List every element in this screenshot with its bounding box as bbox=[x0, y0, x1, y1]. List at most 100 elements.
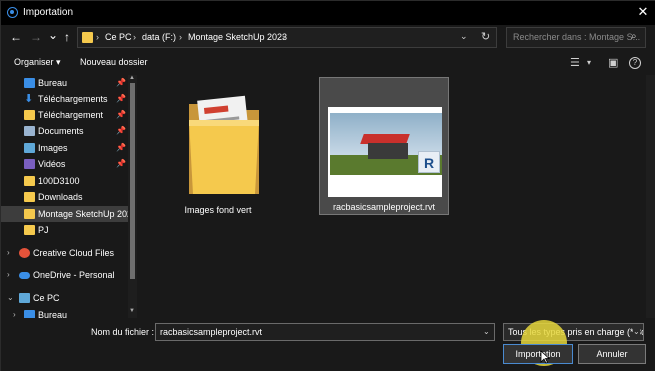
revit-icon: R bbox=[418, 151, 440, 173]
pin-icon: 📌 bbox=[116, 78, 126, 87]
preview-pane-icon[interactable]: ▣ bbox=[608, 56, 618, 69]
file-item-racbasicsampleproject[interactable]: R racbasicsampleproject.rvt bbox=[319, 77, 449, 215]
mouse-cursor-icon bbox=[540, 350, 550, 364]
sidebar-item-100d3100[interactable]: 100D3100 bbox=[1, 173, 128, 189]
file-name: racbasicsampleproject.rvt bbox=[332, 202, 436, 212]
forward-button[interactable]: → bbox=[29, 30, 43, 44]
sidebar-item-ce-pc[interactable]: ⌄ Ce PC bbox=[1, 290, 128, 306]
sidebar-item-telechargement[interactable]: Téléchargement 📌 bbox=[1, 107, 128, 123]
title-bar: Importation ✕ bbox=[1, 1, 655, 25]
sidebar-item-label: Ce PC bbox=[33, 293, 60, 303]
back-button[interactable]: ← bbox=[9, 30, 23, 44]
search-box[interactable]: Rechercher dans : Montage S... ⌕ bbox=[506, 27, 646, 48]
sidebar-item-label: Images bbox=[38, 143, 68, 153]
sidebar-item-label: Bureau bbox=[38, 310, 68, 318]
sidebar-item-label: Téléchargements bbox=[38, 94, 108, 104]
videos-icon bbox=[24, 159, 35, 169]
chevron-right-icon[interactable]: › bbox=[13, 310, 16, 318]
chevron-right-icon[interactable]: › bbox=[7, 248, 10, 257]
documents-icon bbox=[24, 126, 35, 136]
folder-icon bbox=[189, 95, 259, 194]
filename-label: Nom du fichier : bbox=[91, 327, 155, 337]
chevron-down-icon[interactable]: ⌄ bbox=[483, 327, 490, 336]
filename-field[interactable]: racbasicsampleproject.rvt ⌄ bbox=[155, 323, 495, 341]
address-bar[interactable]: › Ce PC › data (F:) › Montage SketchUp 2… bbox=[77, 27, 497, 48]
up-button[interactable]: ↑ bbox=[60, 30, 74, 44]
pin-icon: 📌 bbox=[116, 126, 126, 135]
file-list-area: Images fond vert R racbasicsampleproject… bbox=[139, 75, 645, 318]
sidebar-item-bureau[interactable]: Bureau 📌 bbox=[1, 75, 128, 91]
breadcrumb-separator: › bbox=[282, 32, 285, 42]
images-icon bbox=[24, 143, 35, 153]
pin-icon: 📌 bbox=[116, 110, 126, 119]
chevron-right-icon[interactable]: › bbox=[7, 270, 10, 279]
sidebar-item-label: Téléchargement bbox=[38, 110, 104, 120]
breadcrumb-data-f[interactable]: data (F:) bbox=[142, 32, 176, 42]
pin-icon: 📌 bbox=[116, 159, 126, 168]
sidebar-item-bureau-pc[interactable]: › Bureau bbox=[1, 307, 128, 318]
sidebar-item-pj[interactable]: PJ bbox=[1, 222, 128, 238]
sidebar-item-label: Vidéos bbox=[38, 159, 66, 169]
search-icon: ⌕ bbox=[631, 31, 637, 42]
chevron-down-icon[interactable]: ⌄ bbox=[7, 293, 14, 302]
breadcrumb-separator: › bbox=[179, 32, 182, 42]
onedrive-icon bbox=[19, 272, 30, 279]
command-toolbar: Organiser ▾ Nouveau dossier ☰ ▾ ▣ ? bbox=[1, 51, 655, 75]
sidebar-item-label: Documents bbox=[38, 126, 84, 136]
view-options-icon[interactable]: ☰ bbox=[570, 56, 580, 69]
sidebar-item-images[interactable]: Images 📌 bbox=[1, 140, 128, 156]
navigation-bar: ← → ⌄ ↑ › Ce PC › data (F:) › Montage Sk… bbox=[1, 25, 655, 51]
sidebar-item-label: Montage SketchUp 2023 bbox=[38, 209, 138, 219]
sidebar-item-label: OneDrive - Personal bbox=[33, 270, 115, 280]
pin-icon: 📌 bbox=[116, 94, 126, 103]
search-input[interactable]: Rechercher dans : Montage S... bbox=[513, 32, 640, 42]
close-icon[interactable]: ✕ bbox=[635, 4, 651, 20]
folder-icon bbox=[24, 209, 35, 219]
new-folder-button[interactable]: Nouveau dossier bbox=[80, 57, 148, 67]
refresh-icon[interactable]: ↻ bbox=[481, 30, 490, 43]
desktop-icon bbox=[24, 310, 35, 318]
import-dialog: Importation ✕ ← → ⌄ ↑ › Ce PC › data (F:… bbox=[0, 0, 655, 371]
sidebar-item-label: Bureau bbox=[38, 78, 68, 88]
sidebar-item-label: PJ bbox=[38, 225, 49, 235]
folder-icon bbox=[24, 192, 35, 202]
file-item-images-fond-vert[interactable]: Images fond vert bbox=[161, 81, 275, 219]
sidebar-item-label: Creative Cloud Files bbox=[33, 248, 115, 258]
chevron-down-icon[interactable]: ⌄ bbox=[460, 31, 468, 42]
pc-icon bbox=[19, 293, 30, 303]
help-icon[interactable]: ? bbox=[629, 57, 641, 69]
sidebar-item-telechargements[interactable]: ⬇ Téléchargements 📌 bbox=[1, 91, 128, 107]
breadcrumb-separator: › bbox=[133, 32, 136, 42]
navigation-pane: Bureau 📌 ⬇ Téléchargements 📌 Téléchargem… bbox=[1, 75, 138, 318]
import-button[interactable]: Importation bbox=[503, 344, 573, 364]
sidebar-item-label: 100D3100 bbox=[38, 176, 80, 186]
breadcrumb-ce-pc[interactable]: Ce PC bbox=[105, 32, 132, 42]
file-name: Images fond vert bbox=[184, 205, 252, 215]
recent-locations-button[interactable]: ⌄ bbox=[46, 28, 60, 42]
breadcrumb-separator: › bbox=[96, 32, 99, 42]
sidebar-item-creative-cloud[interactable]: › Creative Cloud Files bbox=[1, 245, 128, 261]
cancel-button[interactable]: Annuler bbox=[578, 344, 646, 364]
sidebar-item-downloads[interactable]: Downloads bbox=[1, 189, 128, 205]
creative-cloud-icon bbox=[19, 248, 30, 258]
chevron-down-icon[interactable]: ⌄ bbox=[633, 327, 640, 336]
scroll-down-icon[interactable]: ▼ bbox=[129, 308, 135, 314]
organize-button[interactable]: Organiser ▾ bbox=[14, 57, 61, 68]
scroll-up-icon[interactable]: ▲ bbox=[129, 75, 135, 81]
folder-icon bbox=[24, 110, 35, 120]
window-title: Importation bbox=[23, 7, 74, 18]
sidebar-item-videos[interactable]: Vidéos 📌 bbox=[1, 156, 128, 172]
sidebar-item-montage-sketchup[interactable]: Montage SketchUp 2023 bbox=[1, 206, 137, 222]
folder-icon bbox=[24, 176, 35, 186]
folder-icon bbox=[82, 32, 93, 43]
breadcrumb-montage-sketchup[interactable]: Montage SketchUp 2023 bbox=[188, 32, 287, 42]
folder-icon bbox=[24, 225, 35, 235]
chevron-down-icon[interactable]: ▾ bbox=[587, 58, 591, 67]
sidebar-scrollbar[interactable]: ▲ ▼ bbox=[128, 75, 137, 318]
filename-value[interactable]: racbasicsampleproject.rvt bbox=[160, 327, 262, 337]
file-list-scrollbar[interactable] bbox=[646, 75, 655, 318]
scrollbar-thumb[interactable] bbox=[130, 83, 135, 279]
sidebar-item-documents[interactable]: Documents 📌 bbox=[1, 123, 128, 139]
sidebar-item-label: Downloads bbox=[38, 192, 83, 202]
sidebar-item-onedrive[interactable]: › OneDrive - Personal bbox=[1, 267, 128, 283]
